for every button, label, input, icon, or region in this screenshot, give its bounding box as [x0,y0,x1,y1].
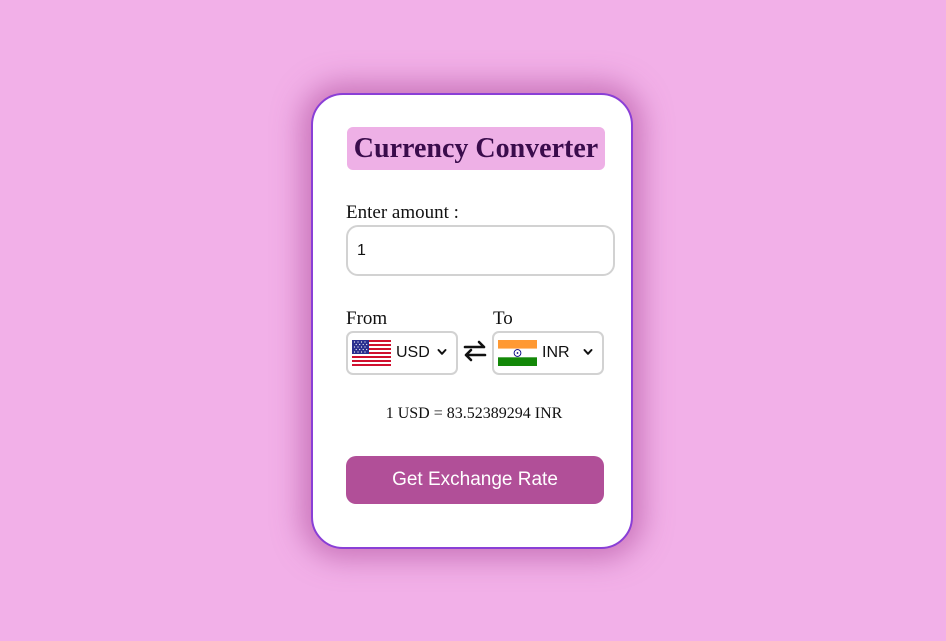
page-title: Currency Converter [347,127,605,170]
to-currency-code: INR [542,344,570,361]
from-currency-select[interactable]: USD [346,331,458,375]
amount-label: Enter amount : [346,202,459,223]
india-flag-icon [498,340,537,366]
to-label: To [493,308,513,329]
exchange-rate-result: 1 USD = 83.52389294 INR [385,405,563,422]
amount-input[interactable] [346,225,615,276]
chevron-down-icon [437,349,447,355]
from-label: From [346,308,388,329]
to-currency-select[interactable]: INR [492,331,604,375]
chevron-down-icon [583,349,593,355]
get-exchange-rate-button[interactable]: Get Exchange Rate [346,456,604,504]
swap-arrows-icon[interactable] [462,338,488,364]
us-flag-icon [352,340,391,366]
from-currency-code: USD [396,344,430,361]
converter-card: Currency Converter Enter amount : From T… [311,93,633,549]
